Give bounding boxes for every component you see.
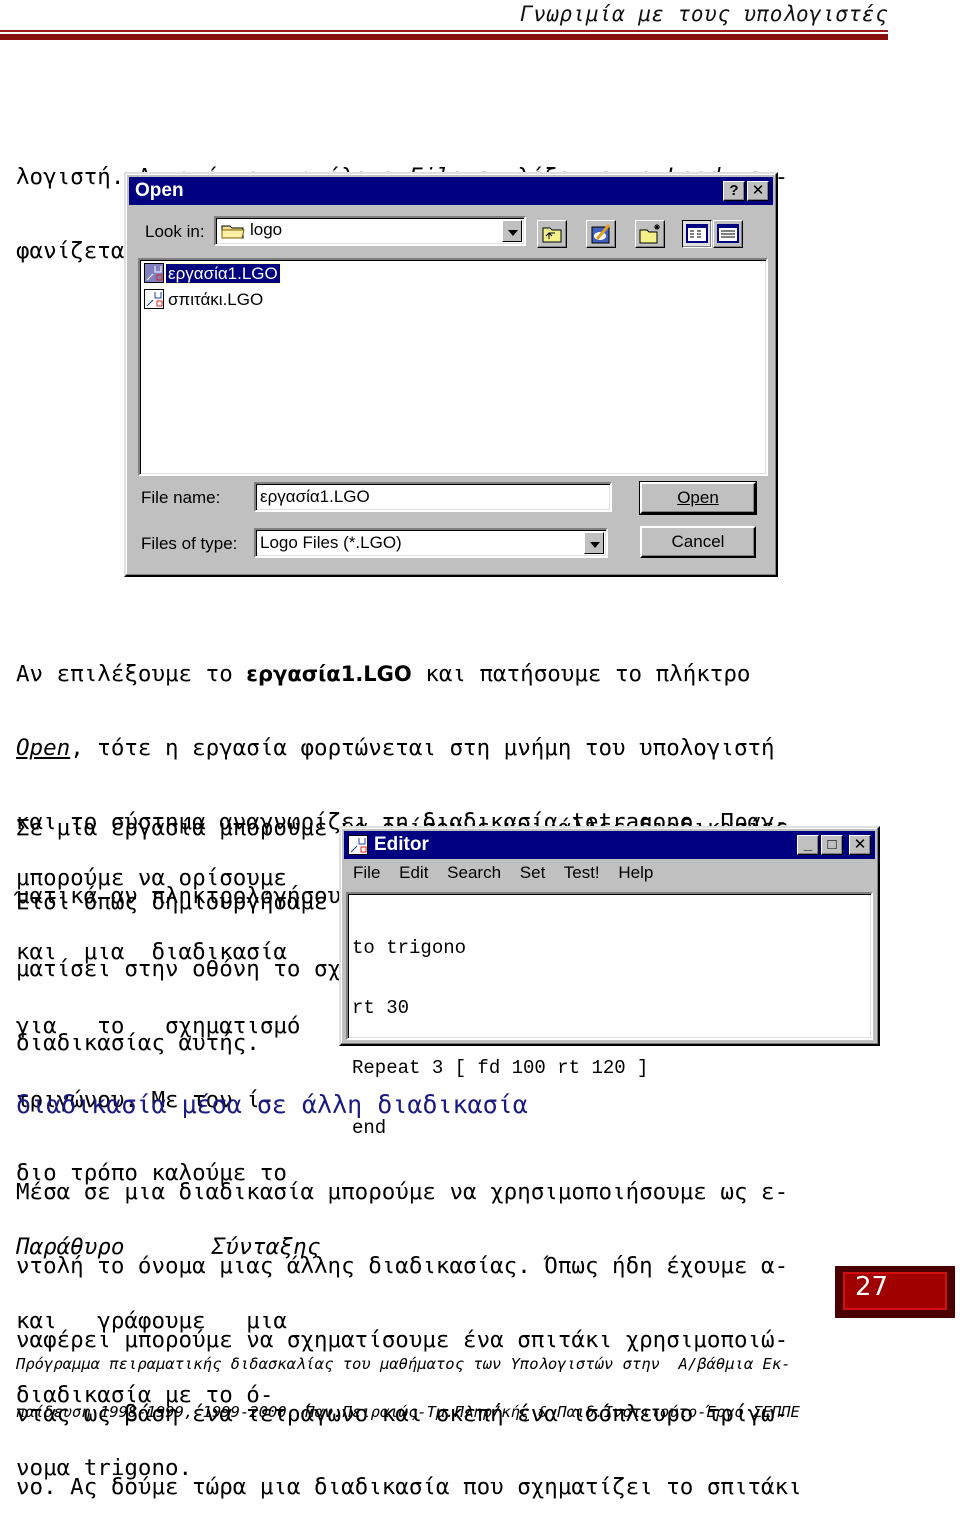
section-heading: διαδικασία μέσα σε άλλη διαδικασία [16, 1090, 528, 1119]
menu-file[interactable]: File [353, 863, 380, 882]
look-in-dropdown[interactable]: logo [214, 216, 526, 246]
code-line: to trigono [352, 937, 467, 959]
folder-icon [221, 223, 245, 239]
editor-window: Editor _ □ ✕ File Edit Search Set Test! … [339, 826, 880, 1138]
list-view-icon [686, 224, 708, 243]
details-view-button[interactable] [713, 220, 743, 248]
logo-file-icon [144, 289, 164, 309]
logo-file-icon [144, 263, 164, 283]
text: και πατήσουμε το πλήκτρο [411, 661, 751, 688]
menu-search[interactable]: Search [447, 863, 501, 882]
dropdown-arrow-icon[interactable] [584, 532, 604, 554]
favorites-button[interactable] [586, 220, 616, 248]
editor-text-area[interactable]: to trigono rt 30 Repeat 3 [ fd 100 rt 12… [346, 892, 873, 1138]
menu-help[interactable]: Help [618, 863, 653, 882]
file-name: εργασία1.LGO [165, 263, 281, 284]
code-line: rt 30 [352, 997, 410, 1019]
header-rule [0, 30, 888, 40]
look-in-value: logo [250, 220, 283, 239]
close-button[interactable]: ✕ [849, 835, 871, 855]
dialog-titlebar: Open ? ✕ [129, 177, 773, 205]
look-in-label: Look in: [145, 222, 205, 241]
details-view-icon [717, 224, 739, 243]
page-number: 27 [855, 1272, 889, 1302]
file-name-value: εργασία1.LGO [260, 487, 370, 506]
file-name-label: File name: [141, 488, 221, 507]
files-of-type-label: Files of type: [141, 534, 238, 553]
menu-edit[interactable]: Edit [399, 863, 428, 882]
text: ντολή το όνομα μιας άλλης διαδικασίας. Ό… [16, 1252, 789, 1279]
file-item[interactable]: εργασία1.LGO [144, 263, 281, 285]
dialog-title: Open [135, 180, 184, 201]
open-button-label: Open [677, 488, 719, 507]
new-folder-button[interactable] [635, 220, 665, 248]
running-header-title: Γνωριμία με τους υπολογιστές [519, 2, 888, 26]
cancel-button[interactable]: Cancel [640, 526, 756, 558]
footer: Πρόγραμμα πειραματικής διδασκαλίας του μ… [16, 1324, 800, 1436]
file-name-ref: εργασία1.LGO [246, 662, 412, 687]
open-dialog: Open ? ✕ Look in: logo εργασία1.LGO σπιτ… [124, 172, 778, 577]
favorites-icon [591, 224, 611, 244]
text: Αν επιλέξουμε το [16, 661, 247, 688]
files-of-type-value: Logo Files (*.LGO) [260, 533, 402, 552]
file-name-input[interactable]: εργασία1.LGO [254, 482, 612, 512]
text: , τότε η εργασία φορτώνεται στη μνήμη το… [70, 734, 775, 761]
text: για το σχηματισμό [16, 1012, 301, 1039]
editor-titlebar: Editor _ □ ✕ [344, 831, 875, 859]
menu-test[interactable]: Test! [564, 863, 600, 882]
minimize-button[interactable]: _ [797, 835, 819, 855]
file-item[interactable]: σπιτάκι.LGO [144, 289, 265, 311]
editor-menu-bar: File Edit Search Set Test! Help [353, 863, 667, 883]
footer-line: παίδευση 1998-1999, 1999-2000. Παν.Πειρα… [16, 1403, 800, 1421]
dropdown-arrow-icon[interactable] [502, 220, 522, 242]
files-of-type-dropdown[interactable]: Logo Files (*.LGO) [254, 528, 608, 558]
open-button-ref: Open [16, 734, 71, 761]
file-list[interactable]: εργασία1.LGO σπιτάκι.LGO [138, 258, 768, 476]
text: Μέσα σε μια διαδικασία μπορούμε να χρησι… [16, 1179, 789, 1206]
text: νο. Ας δούμε τώρα μια διαδικασία που σχη… [16, 1474, 802, 1501]
up-one-level-icon [542, 227, 562, 243]
logo-app-icon [348, 835, 368, 860]
new-folder-icon [639, 224, 660, 244]
editor-title: Editor [374, 834, 429, 855]
text: μπορούμε να ορίσουμε [16, 865, 287, 892]
up-one-level-button[interactable] [537, 220, 567, 248]
text: και μια διαδικασία [16, 938, 287, 965]
page-number-badge: 27 [835, 1266, 955, 1318]
menu-set[interactable]: Set [520, 863, 546, 882]
code-line: Repeat 3 [ fd 100 rt 120 ] [352, 1057, 649, 1079]
close-button[interactable]: ✕ [747, 181, 769, 201]
help-button[interactable]: ? [723, 181, 745, 201]
footer-line: Πρόγραμμα πειραματικής διδασκαλίας του μ… [16, 1355, 791, 1373]
open-button[interactable]: Open [639, 481, 757, 515]
maximize-button[interactable]: □ [821, 835, 843, 855]
file-name: σπιτάκι.LGO [168, 290, 264, 309]
list-view-button[interactable] [682, 220, 712, 248]
